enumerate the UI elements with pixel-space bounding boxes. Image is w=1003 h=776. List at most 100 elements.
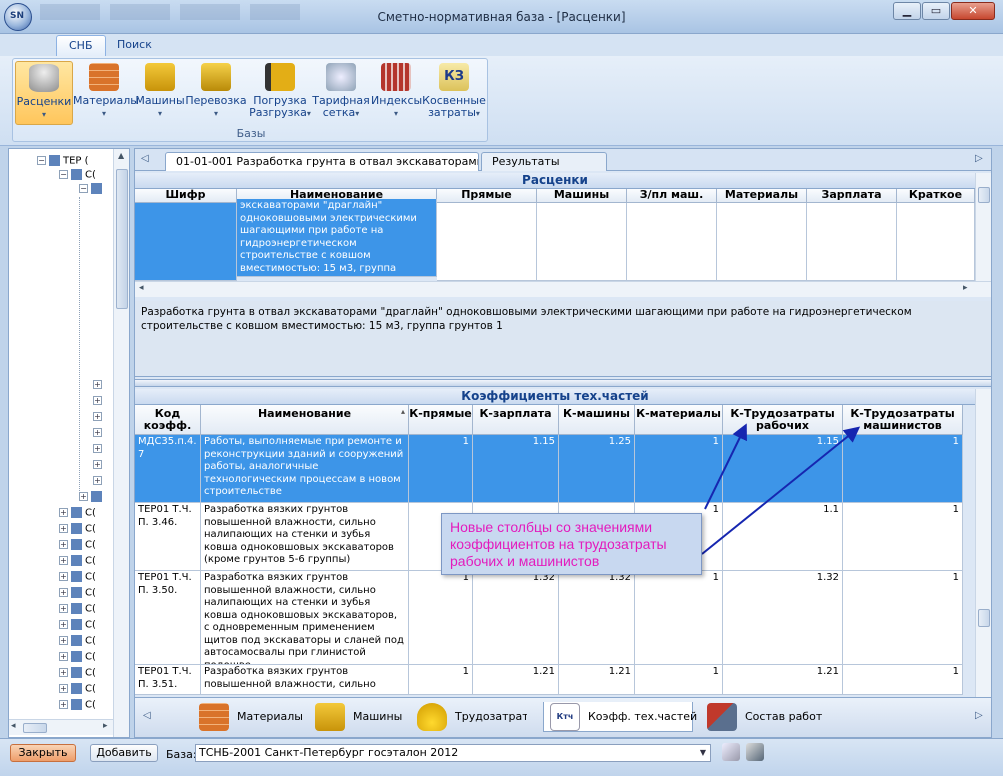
tree-node[interactable]: − [79,183,105,195]
folder-icon [71,603,82,614]
expand-icon[interactable]: + [93,411,102,421]
btab-trudozatraty[interactable]: Трудозатрат [411,702,527,732]
collapse-icon[interactable]: − [79,184,88,193]
ribbon-button-indeksy[interactable]: Индексы ▾ [371,61,423,125]
expand-icon[interactable]: + [59,508,68,517]
tree-hscroll-thumb[interactable] [23,723,47,733]
expand-icon[interactable]: + [59,572,68,581]
tree-node[interactable]: + [93,379,105,391]
maximize-button[interactable]: ▭ [922,2,950,20]
folder-icon [71,699,82,710]
tree-node[interactable]: − С( [59,169,96,181]
tree-node[interactable]: + С( [59,683,96,695]
tree-scroll-thumb[interactable] [116,169,128,309]
tree-node[interactable]: + С( [59,651,96,663]
ribbon-button-kosvennye[interactable]: КЗ Косвенные затраты▾ [421,61,487,125]
expand-icon[interactable]: + [59,588,68,597]
btabs-scroll-right-icon[interactable]: ▷ [975,710,983,721]
tree-horizontal-scrollbar[interactable]: ◂ ▸ [9,719,113,735]
tree-node[interactable]: + [79,491,105,503]
folder-icon [71,169,82,180]
ribbon-button-label: Расценки [16,95,72,108]
tree-node[interactable]: + С( [59,539,96,551]
expand-icon[interactable]: + [93,379,102,389]
folder-icon [71,507,82,518]
tree-node[interactable]: + С( [59,555,96,567]
expand-icon[interactable]: + [59,604,68,613]
ribbon-button-mashiny[interactable]: Машины ▾ [135,61,185,125]
expand-icon[interactable]: + [93,395,102,405]
chevron-down-icon[interactable]: ▼ [697,745,709,761]
expand-icon[interactable]: + [59,652,68,661]
ribbon-button-tarif[interactable]: Тарифная сетка▾ [311,61,371,125]
tree-node[interactable]: + [93,411,105,423]
database-settings-icon[interactable] [746,743,764,761]
bricks-icon [89,63,119,91]
collapse-icon[interactable]: − [59,170,68,179]
scroll-right-icon[interactable]: ▸ [103,721,108,731]
expand-icon[interactable]: + [93,475,102,485]
btab-materialy[interactable]: Материалы [193,702,305,732]
expand-icon[interactable]: + [59,636,68,645]
tree-node[interactable]: + [93,475,105,487]
expand-icon[interactable]: + [93,443,102,453]
expand-icon[interactable]: + [93,427,102,437]
folder-icon [49,155,60,166]
expand-icon[interactable]: + [59,556,68,565]
tree-node[interactable]: + С( [59,619,96,631]
tree-node[interactable]: + С( [59,507,96,519]
tree-node[interactable]: + С( [59,667,96,679]
tree-node-root[interactable]: − ТЕР ( [37,155,89,167]
arrow-to-trud-mash [701,426,861,555]
tree-node[interactable]: + С( [59,603,96,615]
tab-snb[interactable]: СНБ [56,35,106,56]
btab-koeff[interactable]: Ктч Коэфф. тех.частей [543,702,697,732]
close-button[interactable]: Закрыть [10,744,76,762]
btab-label: Трудозатрат [455,710,527,723]
scroll-left-icon[interactable]: ◂ [11,721,16,731]
tree-node[interactable]: + С( [59,571,96,583]
btab-label: Материалы [237,710,303,723]
expand-icon[interactable]: + [59,700,68,709]
tariff-icon [326,63,356,91]
ribbon-button-materialy[interactable]: Материалы ▾ [73,61,139,125]
ribbon-tab-row: СНБ Поиск –▫✕ [0,34,1003,82]
expand-icon[interactable]: + [79,492,88,501]
dump-truck-icon [201,63,231,91]
ribbon-button-pogruzka[interactable]: Погрузка Разгрузка▾ [249,61,311,125]
tree-node[interactable]: + [93,459,105,471]
add-button[interactable]: Добавить [90,744,158,762]
base-select[interactable]: ТСНБ-2001 Санкт-Петербург госэталон 2012 [195,744,711,762]
tab-search[interactable]: Поиск [105,35,164,56]
expand-icon[interactable]: + [59,668,68,677]
btab-sostav-rabot[interactable]: Состав работ [701,702,825,732]
expand-icon[interactable]: + [59,684,68,693]
tree-node-label: С( [85,169,96,181]
tree-node[interactable]: + [93,395,105,407]
tree-scrollbar[interactable]: ▲ [113,149,129,737]
minimize-button[interactable]: ▁ [893,2,921,20]
settings-icon[interactable] [722,743,740,761]
collapse-icon[interactable]: − [37,156,46,165]
bulldozer-icon [145,63,175,91]
expand-icon[interactable]: + [59,540,68,549]
ribbon-button-perevozka[interactable]: Перевозка ▾ [185,61,247,125]
btabs-scroll-left-icon[interactable]: ◁ [143,710,151,721]
tree-node[interactable]: + С( [59,635,96,647]
base-select-value: ТСНБ-2001 Санкт-Петербург госэталон 2012 [199,746,459,759]
close-window-button[interactable]: ✕ [951,2,995,20]
tree-node[interactable]: + С( [59,587,96,599]
ribbon-button-label: Индексы [371,94,423,107]
ribbon-button-label-line2: Разгрузка [249,106,307,119]
tree-node[interactable]: + С( [59,523,96,535]
expand-icon[interactable]: + [59,620,68,629]
expand-icon[interactable]: + [93,459,102,469]
tree-node[interactable]: + [93,427,105,439]
scroll-up-icon[interactable]: ▲ [118,151,124,160]
tree-node[interactable]: + [93,443,105,455]
expand-icon[interactable]: + [59,524,68,533]
folder-icon [71,683,82,694]
tree-node[interactable]: + С( [59,699,96,711]
ribbon-button-rascenki[interactable]: Расценки ▾ [15,61,73,125]
btab-mashiny[interactable]: Машины [309,702,407,732]
